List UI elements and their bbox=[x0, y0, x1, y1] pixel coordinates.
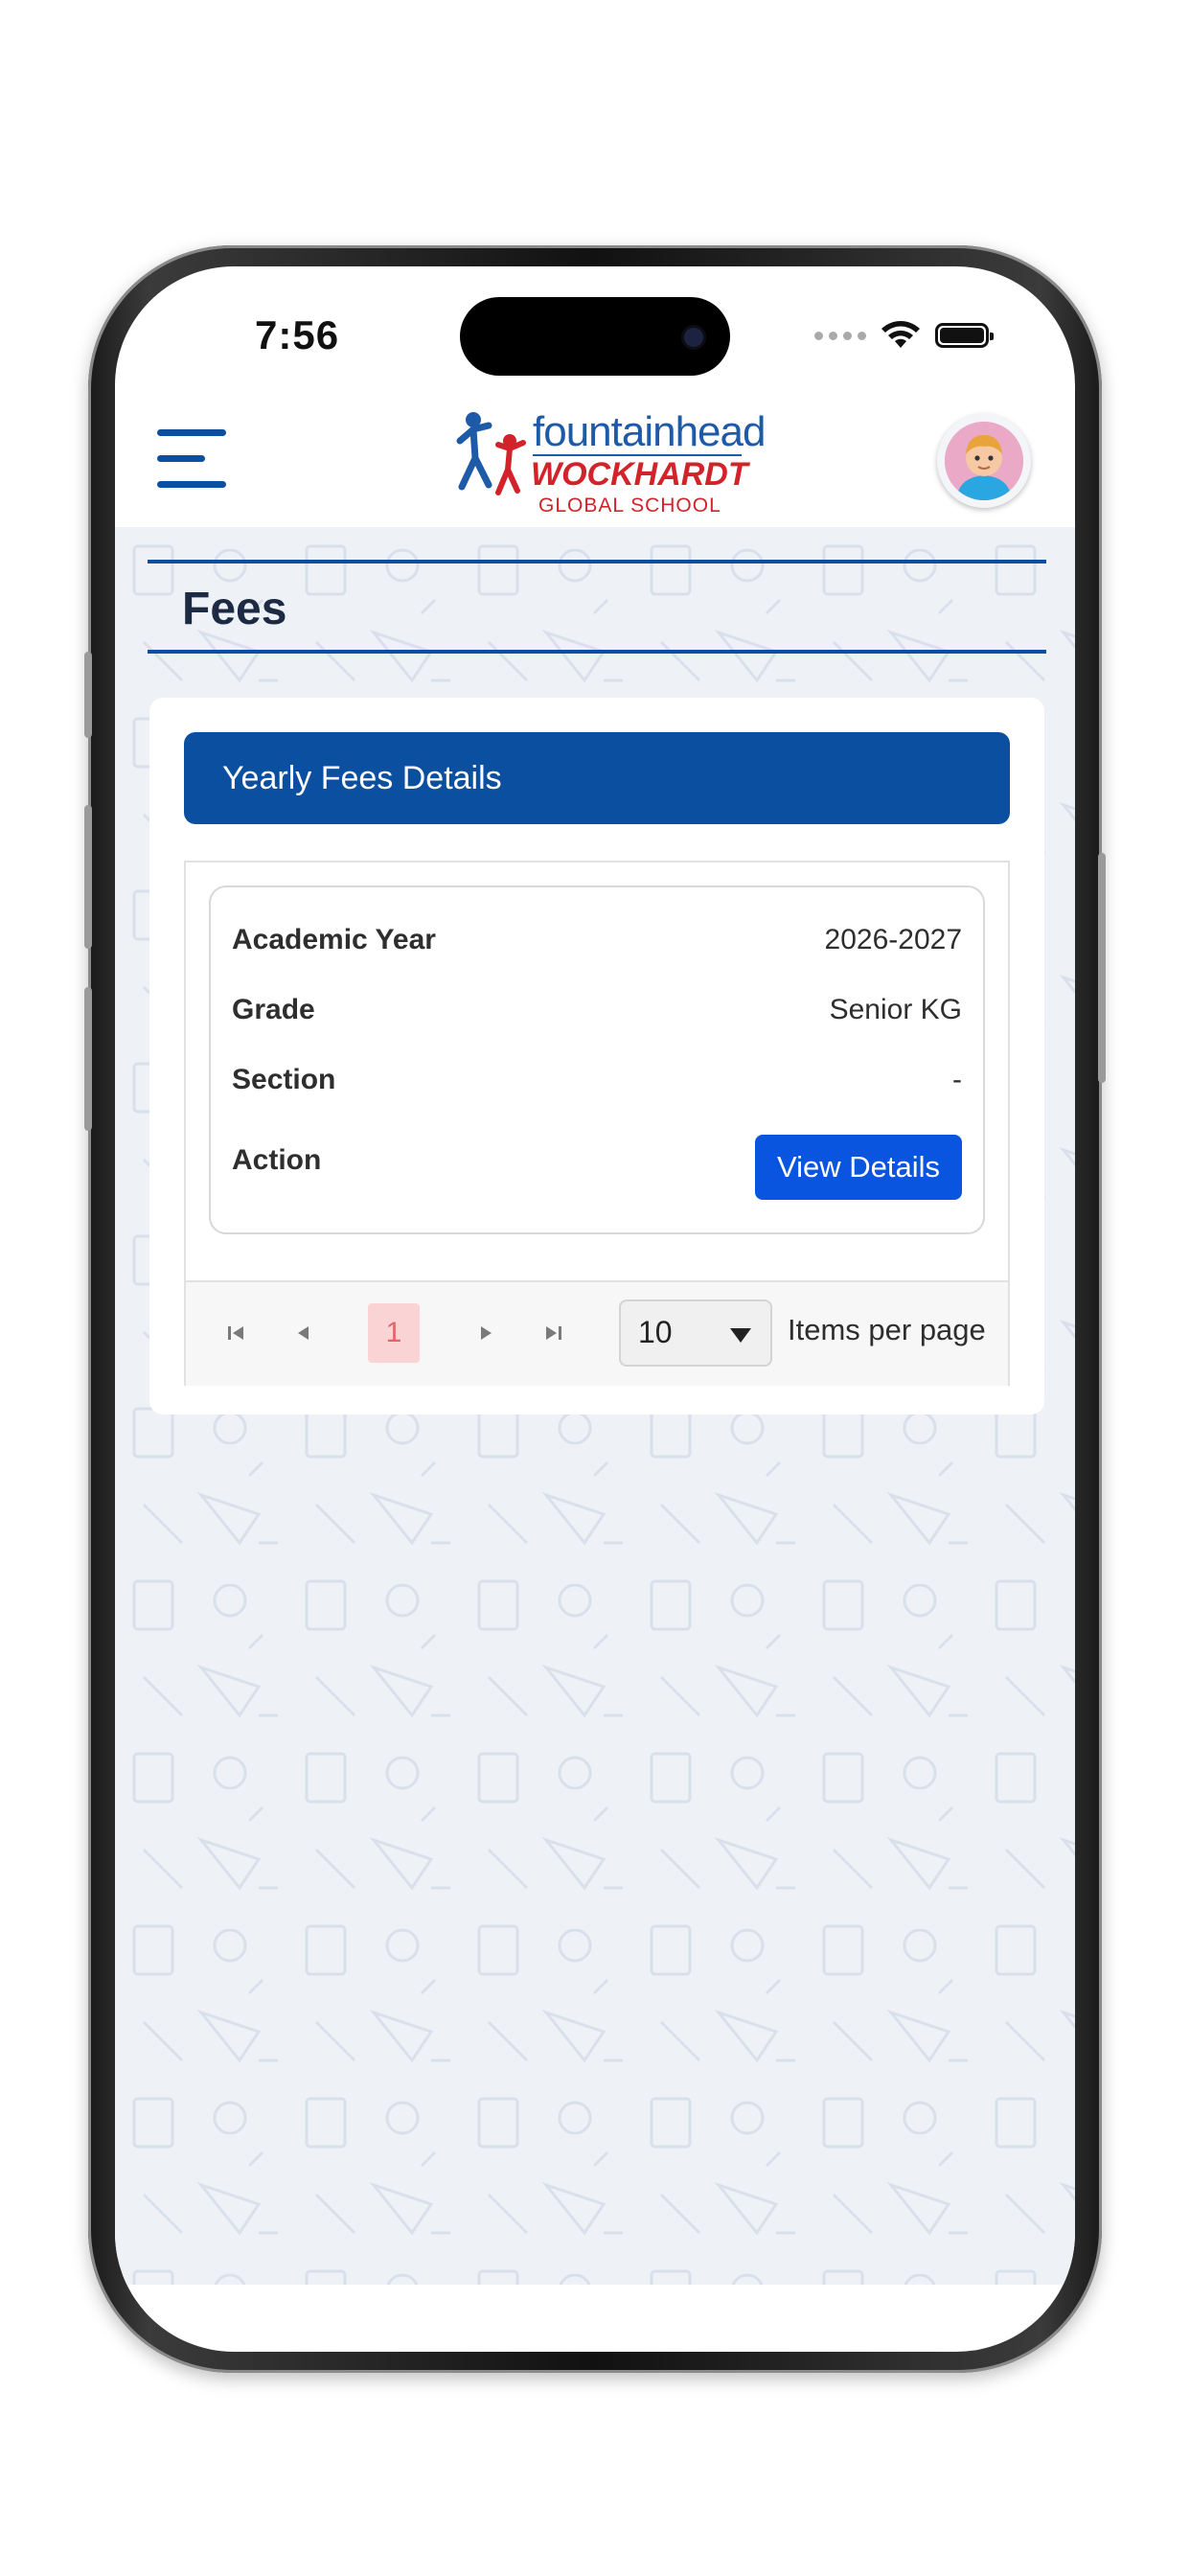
field-row: Section - bbox=[232, 1064, 962, 1102]
field-row: Academic Year 2026-2027 bbox=[232, 924, 962, 962]
field-value: - bbox=[952, 1064, 962, 1095]
fees-grid: Academic Year 2026-2027 Grade Senior KG … bbox=[184, 861, 1010, 1386]
prev-page-icon[interactable] bbox=[289, 1319, 318, 1347]
wifi-icon bbox=[881, 321, 920, 348]
caret-down-icon bbox=[730, 1328, 751, 1343]
hamburger-icon bbox=[157, 429, 226, 436]
status-time: 7:56 bbox=[255, 312, 340, 357]
phone-side-button bbox=[84, 652, 92, 738]
fees-card: Yearly Fees Details Academic Year 2026-2… bbox=[149, 698, 1044, 1414]
pager: 1 10 Items per page bbox=[186, 1280, 1008, 1386]
section-header: Yearly Fees Details bbox=[184, 732, 1010, 824]
app-header: fountainhead WOCKHARDT GLOBAL SCHOOL bbox=[115, 391, 1075, 527]
phone-side-button bbox=[84, 805, 92, 949]
page-size-value: 10 bbox=[638, 1315, 673, 1349]
field-label: Grade bbox=[232, 994, 315, 1025]
status-icons bbox=[814, 319, 994, 352]
page-number-button[interactable]: 1 bbox=[368, 1303, 420, 1363]
status-bar: 7:56 bbox=[115, 266, 1075, 410]
camera-icon bbox=[684, 328, 703, 347]
battery-icon bbox=[935, 323, 994, 348]
logo-text-line1: fountainhead bbox=[533, 408, 766, 455]
field-value: 2026-2027 bbox=[824, 924, 962, 955]
page-title: Fees bbox=[182, 584, 287, 634]
phone-side-button bbox=[1098, 853, 1106, 1083]
logo-text-line2: WOCKHARDT bbox=[531, 456, 748, 493]
logo-figures-icon bbox=[456, 412, 526, 495]
next-page-icon[interactable] bbox=[471, 1319, 500, 1347]
field-row: Grade Senior KG bbox=[232, 994, 962, 1032]
page-size-select[interactable]: 10 bbox=[619, 1300, 772, 1367]
field-label: Action bbox=[232, 1144, 322, 1176]
field-value: Senior KG bbox=[829, 994, 962, 1025]
fee-record-card: Academic Year 2026-2027 Grade Senior KG … bbox=[209, 886, 985, 1234]
avatar-image bbox=[945, 422, 1023, 500]
dynamic-island bbox=[460, 297, 730, 376]
signal-icon bbox=[814, 331, 866, 340]
field-label: Academic Year bbox=[232, 924, 436, 955]
phone-screen: 7:56 fountainhead WOCKHARDT GLOBAL SCHOO… bbox=[115, 266, 1075, 2352]
phone-side-button bbox=[84, 987, 92, 1131]
items-per-page-label: Items per page bbox=[788, 1313, 986, 1346]
logo-text-line3: GLOBAL SCHOOL bbox=[538, 494, 721, 517]
school-logo: fountainhead WOCKHARDT GLOBAL SCHOOL bbox=[456, 406, 766, 521]
first-page-icon[interactable] bbox=[222, 1319, 251, 1347]
menu-button[interactable] bbox=[157, 429, 228, 489]
field-label: Section bbox=[232, 1064, 336, 1095]
last-page-icon[interactable] bbox=[538, 1319, 567, 1347]
page-title-bar: Fees bbox=[148, 560, 1046, 654]
view-details-button[interactable]: View Details bbox=[755, 1135, 962, 1200]
avatar[interactable] bbox=[937, 414, 1031, 508]
